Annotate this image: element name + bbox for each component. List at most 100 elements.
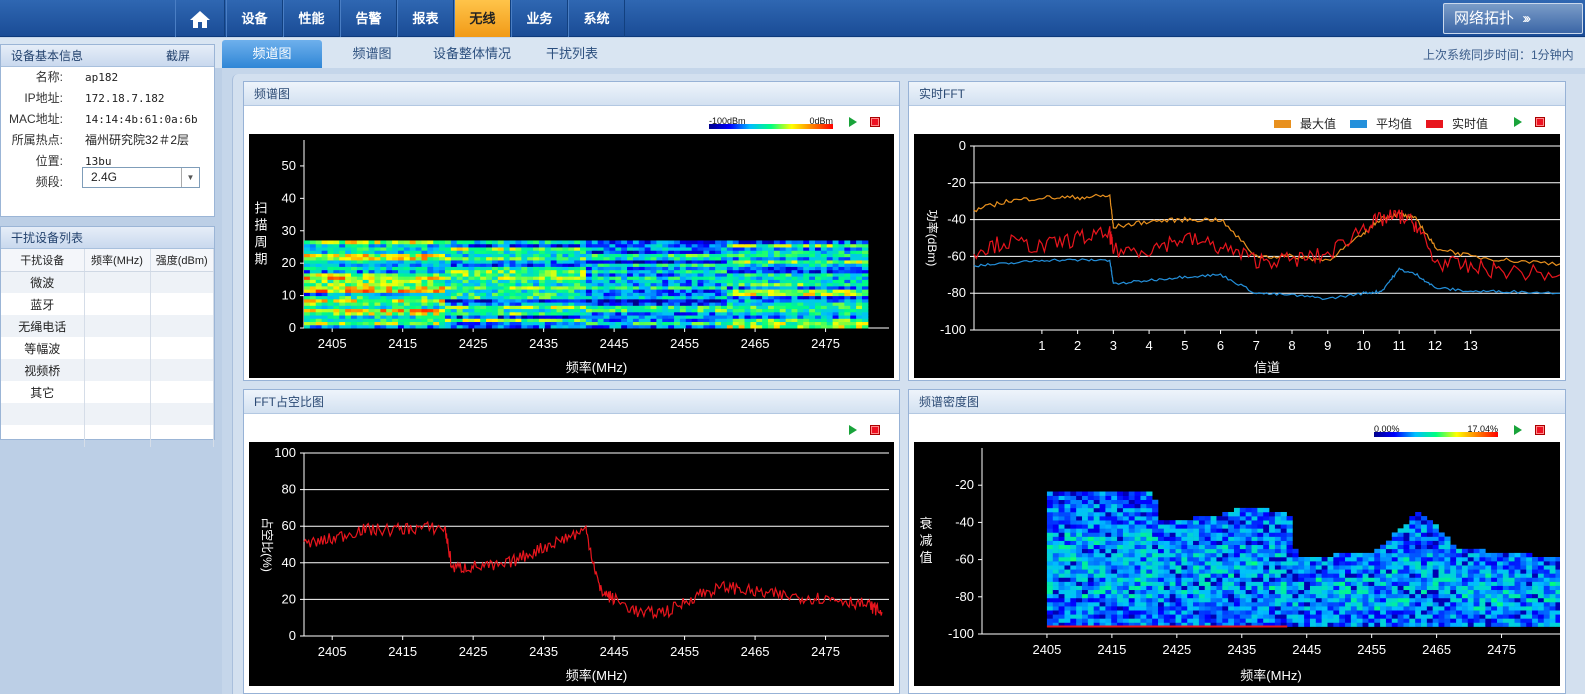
heatmap-cell [392,289,399,293]
heatmap-cell [621,276,628,280]
heatmap-cell [509,315,516,319]
heatmap-cell [791,256,798,261]
density-cell [1076,544,1083,550]
chevron-down-icon[interactable]: ▼ [181,168,199,187]
density-cell [1117,524,1124,529]
heatmap-cell [439,240,446,245]
heatmap-cell [773,289,781,293]
heatmap-cell [627,318,634,323]
heatmap-cell [627,305,634,310]
heatmap-cell [838,285,845,290]
table-row[interactable]: 视频桥 [1,359,214,381]
play-icon[interactable] [849,117,857,127]
table-row[interactable]: 微波 [1,271,214,293]
density-cell [1473,622,1480,627]
heatmap-cell [450,295,458,300]
heatmap-cell [486,308,493,313]
stop-icon[interactable] [870,425,880,435]
heatmap-cell [615,308,622,313]
nav-service[interactable]: 业务 [511,0,568,37]
stop-icon[interactable] [1535,117,1545,127]
heatmap-cell [538,240,546,245]
nav-device[interactable]: 设备 [226,0,283,37]
tab-spectrum[interactable]: 频谱图 [322,40,422,68]
table-row[interactable]: 蓝牙 [1,293,214,315]
density-cell [1502,569,1509,574]
density-cell [1070,602,1077,607]
heatmap-cell [397,289,405,293]
density-cell [1362,556,1369,562]
density-cell [1362,552,1369,558]
heatmap-cell [844,246,851,251]
nav-alarm[interactable]: 告警 [340,0,397,37]
density-cell [1257,614,1264,619]
nav-wireless[interactable]: 无线 [454,0,511,37]
density-cell [1122,606,1130,611]
heatmap-cell [638,311,646,316]
heatmap-cell [721,315,728,319]
density-cell [1239,552,1246,558]
density-cell [1532,597,1539,603]
density-cell [1052,585,1059,591]
density-cell [1415,573,1422,578]
nav-system[interactable]: 系统 [568,0,625,37]
tab-interference-list[interactable]: 干扰列表 [522,40,622,68]
heatmap-cell [421,272,428,277]
heatmap-cell [568,315,575,319]
heatmap-cell [397,279,405,284]
heatmap-cell [726,272,734,277]
heatmap-cell [632,243,640,248]
table-row[interactable]: 其它 [1,381,214,403]
stop-icon[interactable] [1535,425,1545,435]
density-cell [1204,536,1211,541]
table-row[interactable] [1,425,214,447]
table-row[interactable]: 等幅波 [1,337,214,359]
density-cell [1292,602,1299,607]
heatmap-cell [656,318,663,323]
heatmap-cell [627,321,634,326]
density-cell [1280,606,1287,611]
screenshot-link[interactable]: 截屏 [166,45,190,67]
heatmap-cell [779,276,787,280]
tab-channel-map[interactable]: 频道图 [222,40,322,68]
heatmap-cell [861,318,869,323]
density-cell [1198,520,1206,525]
nav-report[interactable]: 报表 [397,0,454,37]
density-cell [1385,597,1393,603]
heatmap-cell [597,308,605,313]
heatmap-cell [674,298,681,303]
play-icon[interactable] [1514,425,1522,435]
table-row[interactable] [1,403,214,425]
heatmap-cell [856,311,863,316]
density-cell [1409,561,1416,566]
home-button[interactable] [175,0,225,37]
network-topology-button[interactable]: 网络拓扑 ››› [1443,3,1583,34]
density-cell [1152,516,1159,521]
table-row[interactable]: 无绳电话 [1,315,214,337]
density-cell [1450,585,1457,591]
density-cell [1210,524,1217,529]
density-cell [1251,511,1258,517]
density-cell [1269,614,1276,619]
heatmap-cell [850,302,857,306]
heatmap-cell [327,289,334,293]
density-cell [1169,536,1176,541]
stop-icon[interactable] [870,117,880,127]
heatmap-cell [362,289,370,293]
band-select[interactable]: 2.4G ▼ [82,167,200,188]
heatmap-cell [715,308,722,313]
heatmap-cell [603,266,610,271]
density-cell [1479,622,1486,627]
density-cell [1082,593,1089,599]
heatmap-cell [556,272,563,277]
heatmap-cell [762,256,769,261]
nav-performance[interactable]: 性能 [283,0,340,37]
density-cell [1415,577,1422,582]
tab-device-overview[interactable]: 设备整体情况 [422,40,522,68]
density-cell [1309,556,1317,562]
heatmap-cell [750,295,757,300]
play-icon[interactable] [1514,117,1522,127]
density-cell [1257,507,1264,513]
play-icon[interactable] [849,425,857,435]
heatmap-cell [439,318,446,323]
